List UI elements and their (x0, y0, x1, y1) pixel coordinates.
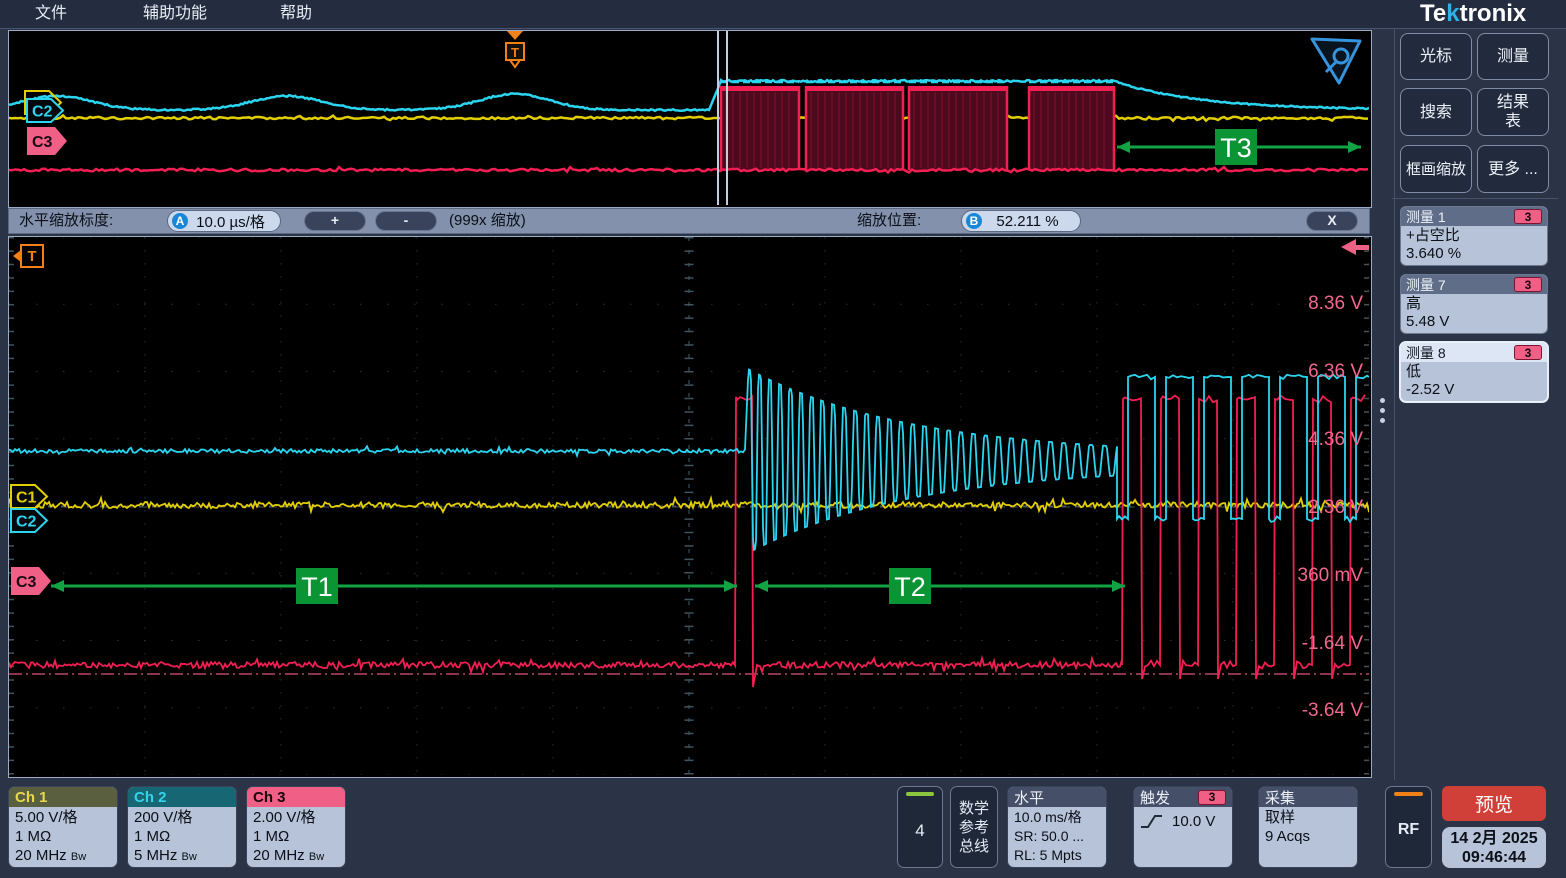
badge-a: A (172, 213, 188, 229)
burst-block (721, 82, 799, 170)
measurement-value: 5.48 V (1406, 313, 1542, 331)
zoom-scale-value[interactable]: A 10.0 µs/格 (167, 210, 281, 232)
channel-4-button[interactable]: 4 (897, 786, 943, 868)
trigger-level-arrow[interactable] (1341, 239, 1369, 255)
channel-badge-ch1[interactable]: Ch 1 5.00 V/格1 MΩ 20 MHz Bw (8, 786, 118, 868)
badge-b: B (966, 213, 982, 229)
trigger-source-badge: 3 (1198, 790, 1226, 805)
results-table-button[interactable]: 结果 表 (1477, 88, 1549, 136)
date: 14 2月 2025 (1450, 829, 1537, 848)
channel-badge-ch2[interactable]: Ch 2 200 V/格1 MΩ 5 MHz Bw (127, 786, 237, 868)
trigger-position-marker[interactable]: T (506, 31, 524, 67)
burst-block (1029, 82, 1114, 170)
burst-block (909, 82, 1007, 170)
zoom-out-button[interactable]: - (375, 211, 437, 231)
menu-help[interactable]: 帮助 (280, 0, 312, 28)
voltage-scale-label: 8.36 V (1308, 293, 1363, 314)
time: 09:46:44 (1462, 848, 1526, 867)
rising-edge-icon (1140, 813, 1164, 831)
svg-text:C3: C3 (16, 574, 37, 591)
svg-text:C3: C3 (32, 134, 53, 151)
measure-button[interactable]: 测量 (1477, 33, 1549, 80)
svg-text:T1: T1 (301, 572, 333, 602)
measurement-value: 3.640 % (1406, 245, 1542, 263)
burst-block (806, 82, 903, 170)
main-waveform[interactable]: T1 T2 8.36 V 6.36 V 4.36 V 2.36 V 360 mV -1.64 … (9, 237, 1369, 775)
overview-waveform-panel[interactable]: T T3 C2 C3 (8, 30, 1372, 208)
source-badge: 3 (1514, 277, 1542, 292)
menu-utility[interactable]: 辅助功能 (143, 0, 207, 28)
trigger-badge[interactable]: 触发 3 10.0 V (1133, 786, 1233, 868)
trigger-indicator-marker[interactable]: T (13, 245, 43, 267)
zoom-scale-label: 水平缩放标度: (19, 209, 113, 233)
voltage-scale-label: -3.64 V (1302, 700, 1364, 721)
rf-button[interactable]: RF (1385, 786, 1432, 868)
svg-text:T3: T3 (1220, 133, 1252, 163)
voltage-scale-label: 2.36 V (1308, 497, 1363, 518)
horizontal-badge[interactable]: 水平 10.0 ms/格 SR: 50.0 ...RL: 5 Mpts (1007, 786, 1107, 868)
zoom-position-label: 缩放位置: (857, 209, 921, 233)
acquisition-badge[interactable]: 采集 取样9 Acqs (1258, 786, 1358, 868)
zoom-in-button[interactable]: + (304, 211, 366, 231)
panel-section-divider (1392, 198, 1558, 199)
measurement-value: -2.52 V (1406, 381, 1542, 399)
svg-text:C2: C2 (16, 514, 37, 531)
ch4-color-line (906, 792, 934, 796)
tektronix-logo: Tektronix (1420, 0, 1560, 28)
cursor-button[interactable]: 光标 (1400, 33, 1472, 80)
t3-measurement-arrow: T3 (1117, 129, 1361, 165)
right-panel: 光标 测量 搜索 结果 表 框画缩放 更多 ... 测量 1 3 +占空比 3.… (1378, 28, 1566, 778)
ch3-trace-overview (9, 167, 1368, 172)
source-badge: 3 (1514, 209, 1542, 224)
channel-tag-c1[interactable]: C1 (11, 485, 47, 508)
zoom-close-button[interactable]: X (1306, 211, 1358, 231)
channel-tag-c3[interactable]: C3 (11, 567, 51, 595)
svg-text:C2: C2 (32, 104, 53, 121)
measurement-card-8[interactable]: 测量 8 3 低 -2.52 V (1400, 342, 1548, 402)
voltage-scale-label: -1.64 V (1302, 633, 1364, 654)
overview-waveform[interactable]: T T3 C2 C3 (9, 31, 1369, 205)
channel-tag-c2[interactable]: C2 (11, 509, 47, 532)
t2-measurement-arrow: T2 (755, 568, 1125, 604)
measurement-type: +占空比 (1406, 227, 1542, 245)
measurement-type: 低 (1406, 363, 1542, 381)
trigger-level: 10.0 V (1172, 812, 1215, 831)
zoom-overview-icon[interactable] (1312, 39, 1360, 83)
zoom-bar: 水平缩放标度: A 10.0 µs/格 + - (999x 缩放) 缩放位置: … (8, 208, 1370, 234)
zoom-factor: (999x 缩放) (449, 209, 526, 233)
measurement-type: 高 (1406, 295, 1542, 313)
voltage-scale-label: 6.36 V (1308, 361, 1363, 382)
ch2-trace-overview (9, 80, 1369, 111)
preview-status-button[interactable]: 预览 (1442, 786, 1546, 821)
voltage-scale-label: 4.36 V (1308, 429, 1363, 450)
panel-grip-dot[interactable] (1380, 418, 1385, 423)
svg-text:C1: C1 (16, 490, 37, 507)
zoom-position-value[interactable]: B 52.211 % (961, 210, 1081, 232)
channel-badge-ch3[interactable]: Ch 3 2.00 V/格1 MΩ 20 MHz Bw (246, 786, 346, 868)
channel-tag-c3-overview[interactable]: C3 (27, 127, 67, 155)
panel-grip-dot[interactable] (1380, 398, 1385, 403)
datetime-display: 14 2月 2025 09:46:44 (1442, 827, 1546, 868)
more-button[interactable]: 更多 ... (1477, 145, 1549, 193)
source-badge: 3 (1514, 345, 1542, 360)
panel-grip-dot[interactable] (1380, 408, 1385, 413)
menu-bar: 文件 辅助功能 帮助 (0, 0, 1566, 29)
svg-text:T2: T2 (894, 572, 926, 602)
math-ref-bus-button[interactable]: 数学 参考 总线 (950, 786, 998, 868)
panel-divider (1394, 28, 1395, 780)
measurement-card-7[interactable]: 测量 7 3 高 5.48 V (1400, 274, 1548, 334)
svg-text:T: T (511, 45, 519, 60)
ch1-trace-overview (9, 115, 1368, 120)
search-button[interactable]: 搜索 (1400, 88, 1472, 136)
menu-file[interactable]: 文件 (35, 0, 67, 28)
rf-color-line (1394, 792, 1423, 796)
t1-measurement-arrow: T1 (51, 568, 737, 604)
voltage-scale-label: 360 mV (1298, 565, 1364, 586)
main-waveform-panel[interactable]: T1 T2 8.36 V 6.36 V 4.36 V 2.36 V 360 mV -1.64 … (8, 236, 1372, 778)
draw-zoom-button[interactable]: 框画缩放 (1400, 145, 1472, 193)
measurement-card-1[interactable]: 测量 1 3 +占空比 3.640 % (1400, 206, 1548, 266)
svg-text:T: T (27, 248, 36, 265)
